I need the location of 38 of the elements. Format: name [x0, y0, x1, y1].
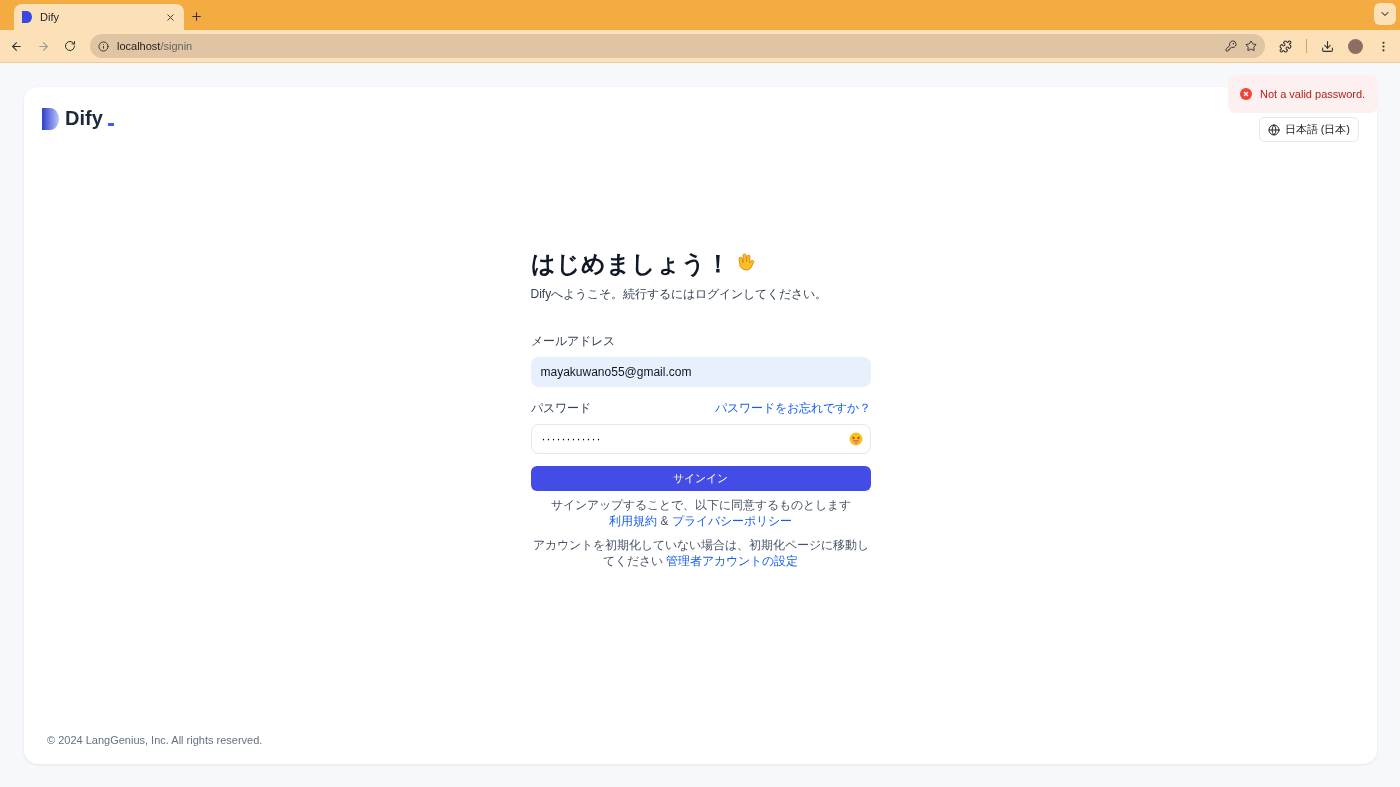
subtitle: Difyへようこそ。続行するにはログインしてください。 — [530, 285, 829, 303]
favicon-icon — [22, 11, 32, 23]
terms-text: サインアップすることで、以下に同意するものとします 利用規約 & プライバシーポリシー — [549, 496, 852, 529]
avatar[interactable] — [1348, 38, 1363, 54]
address-bar[interactable]: localhost/signin — [90, 34, 1265, 58]
admin-setup-link[interactable]: 管理者アカウントの設定 — [666, 553, 799, 568]
tab-list-button[interactable] — [1374, 3, 1396, 25]
download-icon[interactable] — [1321, 39, 1334, 53]
face-icon[interactable] — [848, 431, 863, 446]
privacy-link[interactable]: プライバシーポリシー — [671, 513, 792, 528]
cursor-icon — [107, 123, 114, 126]
star-icon[interactable] — [1245, 40, 1257, 52]
password-label: パスワード — [530, 399, 591, 417]
tab-title: Dify — [40, 11, 60, 23]
sign-in-button[interactable]: サインイン — [530, 465, 871, 491]
puzzle-icon[interactable] — [1279, 39, 1292, 53]
terms-link[interactable]: 利用規約 — [609, 513, 658, 528]
error-icon — [1240, 88, 1252, 100]
toast-message: Not a valid password. — [1260, 88, 1366, 100]
email-label: メールアドレス — [530, 332, 615, 350]
close-icon[interactable] — [165, 11, 176, 23]
password-field[interactable]: ············ — [530, 423, 871, 454]
key-icon[interactable] — [1225, 40, 1237, 52]
forgot-password-link[interactable]: パスワードをお忘れですか？ — [714, 399, 871, 417]
url-text: localhost/signin — [117, 40, 193, 52]
new-tab-icon[interactable] — [190, 10, 203, 23]
back-icon[interactable] — [10, 39, 23, 53]
init-text: アカウントを初期化していない場合は、初期化ページに移動してください 管理者アカウントの設定 — [531, 536, 870, 569]
language-button[interactable]: 日本語 (日本) — [1258, 117, 1359, 142]
info-icon[interactable] — [98, 40, 109, 52]
logo-text: Dify — [65, 107, 103, 130]
logo-icon — [42, 108, 60, 130]
globe-icon — [1267, 123, 1280, 136]
email-field[interactable]: mayakuwano55@gmail.com — [530, 356, 871, 387]
browser-tab[interactable]: Dify — [14, 4, 184, 30]
page-title: はじめましょう！ — [530, 248, 730, 279]
reload-icon[interactable] — [64, 40, 76, 52]
copyright-text: © 2024 LangGenius, Inc. All rights reserved. — [46, 734, 264, 746]
